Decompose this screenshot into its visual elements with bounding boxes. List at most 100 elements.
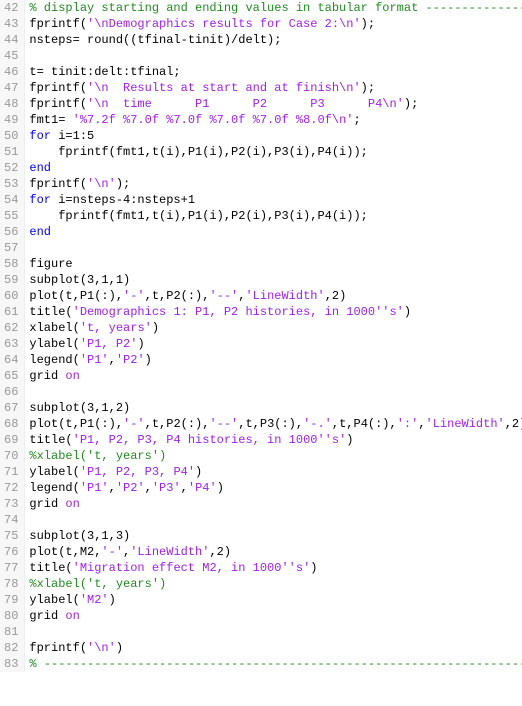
token-string: 'P1, P2' — [80, 337, 138, 351]
line-number-gutter: 4243444546474849505152535455565758596061… — [0, 0, 25, 672]
code-line[interactable]: end — [29, 224, 522, 240]
code-line[interactable]: fprintf('\n') — [29, 640, 522, 656]
code-line[interactable] — [29, 624, 522, 640]
code-line[interactable]: title('Demographics 1: P1, P2 histories,… — [29, 304, 522, 320]
token-keyword: end — [29, 161, 51, 175]
token-string: '-' — [123, 417, 145, 431]
code-line[interactable]: grid on — [29, 368, 522, 384]
code-line[interactable]: fprintf('\n time P1 P2 P3 P4\n'); — [29, 96, 522, 112]
token-ident: legend( — [29, 481, 79, 495]
code-line[interactable]: for i=nsteps-4:nsteps+1 — [29, 192, 522, 208]
token-string: 'M2' — [80, 593, 109, 607]
code-line[interactable]: grid on — [29, 496, 522, 512]
line-number: 57 — [4, 240, 18, 256]
code-line[interactable]: plot(t,M2,'-','LineWidth',2) — [29, 544, 522, 560]
token-ident: title( — [29, 561, 72, 575]
token-ident: , — [181, 481, 188, 495]
token-ident: nsteps= round((tfinal-tinit)/delt); — [29, 33, 281, 47]
line-number: 48 — [4, 96, 18, 112]
token-ident: fprintf( — [29, 81, 87, 95]
code-line[interactable]: % display starting and ending values in … — [29, 0, 522, 16]
code-line[interactable]: fmt1= '%7.2f %7.0f %7.0f %7.0f %7.0f %8.… — [29, 112, 522, 128]
token-ident: ,2) — [325, 289, 347, 303]
code-line[interactable]: fprintf('\nDemographics results for Case… — [29, 16, 522, 32]
code-line[interactable]: fprintf('\n Results at start and at fini… — [29, 80, 522, 96]
line-number: 63 — [4, 336, 18, 352]
code-line[interactable]: % --------------------------------------… — [29, 656, 522, 672]
code-line[interactable]: subplot(3,1,3) — [29, 528, 522, 544]
code-line[interactable] — [29, 512, 522, 528]
token-string: 'Demographics 1: P1, P2 histories, in 10… — [73, 305, 404, 319]
code-line[interactable]: plot(t,P1(:),'-',t,P2(:),'--',t,P3(:),'-… — [29, 416, 522, 432]
line-number: 76 — [4, 544, 18, 560]
code-line[interactable] — [29, 384, 522, 400]
line-number: 46 — [4, 64, 18, 80]
code-line[interactable]: ylabel('P1, P2') — [29, 336, 522, 352]
token-ident: i=nsteps-4:nsteps+1 — [51, 193, 195, 207]
code-line[interactable]: figure — [29, 256, 522, 272]
token-ident: fmt1= — [29, 113, 72, 127]
code-line[interactable]: end — [29, 160, 522, 176]
token-keyword: for — [29, 129, 51, 143]
line-number: 56 — [4, 224, 18, 240]
code-line[interactable]: t= tinit:delt:tfinal; — [29, 64, 522, 80]
line-number: 59 — [4, 272, 18, 288]
token-keyword: for — [29, 193, 51, 207]
line-number: 51 — [4, 144, 18, 160]
code-line[interactable]: fprintf('\n'); — [29, 176, 522, 192]
token-ident: fprintf(fmt1,t(i),P1(i),P2(i),P3(i),P4(i… — [29, 145, 367, 159]
token-string: '\nDemographics results for Case 2:\n' — [87, 17, 361, 31]
token-ident: ) — [116, 641, 123, 655]
token-string: on — [65, 497, 79, 511]
code-line[interactable] — [29, 48, 522, 64]
code-line[interactable]: fprintf(fmt1,t(i),P1(i),P2(i),P3(i),P4(i… — [29, 144, 522, 160]
code-area[interactable]: % display starting and ending values in … — [25, 0, 522, 672]
code-line[interactable]: title('P1, P2, P3, P4 histories, in 1000… — [29, 432, 522, 448]
token-ident: ,t,P2(:), — [145, 289, 210, 303]
code-line[interactable]: subplot(3,1,1) — [29, 272, 522, 288]
code-line[interactable]: xlabel('t, years') — [29, 320, 522, 336]
token-ident: subplot(3,1,2) — [29, 401, 130, 415]
token-ident: ) — [195, 465, 202, 479]
code-line[interactable]: legend('P1','P2','P3','P4') — [29, 480, 522, 496]
token-ident: fprintf( — [29, 177, 87, 191]
line-number: 44 — [4, 32, 18, 48]
code-line[interactable]: legend('P1','P2') — [29, 352, 522, 368]
token-string: 'LineWidth' — [245, 289, 324, 303]
token-string: 'P1' — [80, 353, 109, 367]
code-line[interactable]: title('Migration effect M2, in 1000''s') — [29, 560, 522, 576]
token-ident: ) — [346, 433, 353, 447]
token-string: '%7.2f %7.0f %7.0f %7.0f %7.0f %8.0f\n' — [73, 113, 354, 127]
token-ident: , — [109, 353, 116, 367]
token-ident: , — [145, 481, 152, 495]
code-line[interactable]: %xlabel('t, years') — [29, 448, 522, 464]
token-ident: xlabel( — [29, 321, 79, 335]
code-editor[interactable]: 4243444546474849505152535455565758596061… — [0, 0, 522, 672]
code-line[interactable]: ylabel('P1, P2, P3, P4') — [29, 464, 522, 480]
line-number: 62 — [4, 320, 18, 336]
token-comment: %xlabel('t, years') — [29, 577, 166, 591]
code-line[interactable]: for i=1:5 — [29, 128, 522, 144]
code-line[interactable]: plot(t,P1(:),'-',t,P2(:),'--','LineWidth… — [29, 288, 522, 304]
token-string: '--' — [209, 289, 238, 303]
token-ident: title( — [29, 433, 72, 447]
line-number: 78 — [4, 576, 18, 592]
line-number: 67 — [4, 400, 18, 416]
code-line[interactable]: subplot(3,1,2) — [29, 400, 522, 416]
token-string: '--' — [209, 417, 238, 431]
token-ident: fprintf( — [29, 641, 87, 655]
token-ident: figure — [29, 257, 72, 271]
token-ident: ,t,P4(:), — [332, 417, 397, 431]
token-ident: ,t,P3(:), — [238, 417, 303, 431]
line-number: 74 — [4, 512, 18, 528]
code-line[interactable]: %xlabel('t, years') — [29, 576, 522, 592]
token-comment: %xlabel('t, years') — [29, 449, 166, 463]
line-number: 54 — [4, 192, 18, 208]
code-line[interactable]: fprintf(fmt1,t(i),P1(i),P2(i),P3(i),P4(i… — [29, 208, 522, 224]
line-number: 66 — [4, 384, 18, 400]
code-line[interactable]: nsteps= round((tfinal-tinit)/delt); — [29, 32, 522, 48]
code-line[interactable]: ylabel('M2') — [29, 592, 522, 608]
code-line[interactable]: grid on — [29, 608, 522, 624]
line-number: 61 — [4, 304, 18, 320]
code-line[interactable] — [29, 240, 522, 256]
